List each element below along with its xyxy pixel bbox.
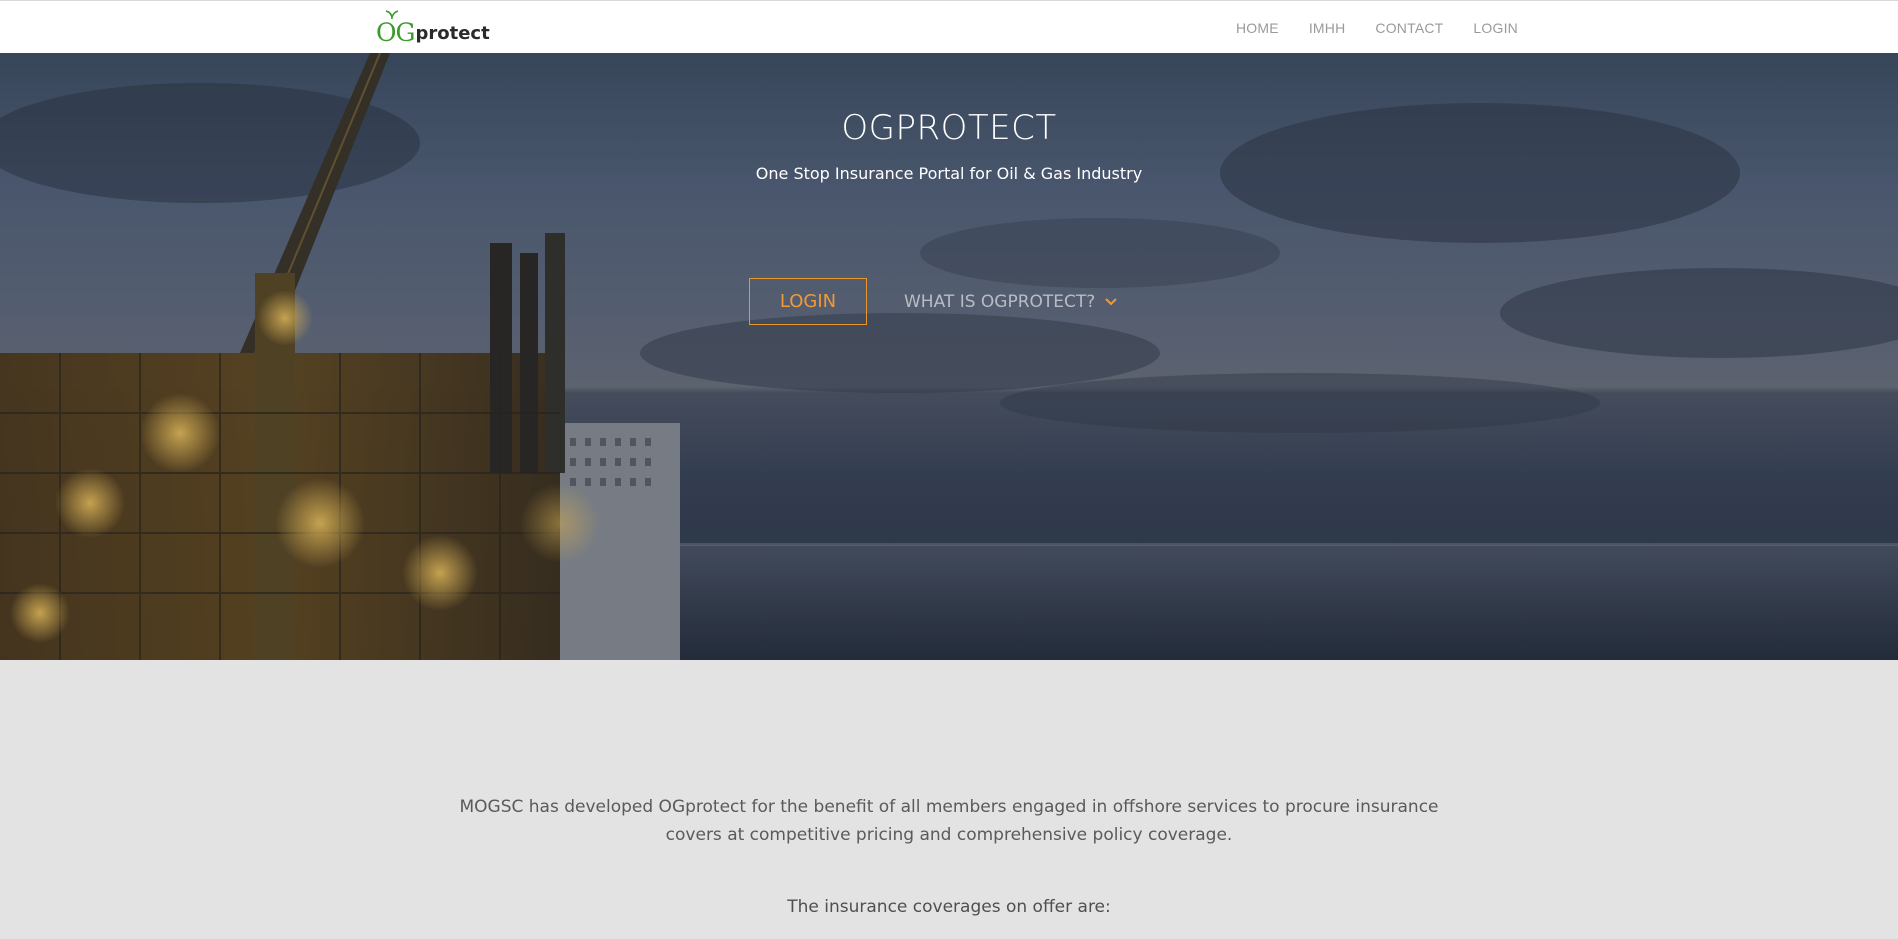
intro-text: MOGSC has developed OGprotect for the be… xyxy=(459,797,1439,845)
site-logo[interactable]: OG protect xyxy=(376,9,490,49)
nav-home[interactable]: HOME xyxy=(1236,20,1279,36)
hero-title: OGPROTECT xyxy=(841,108,1057,148)
what-is-ogprotect-label: WHAT IS OGPROTECT? xyxy=(904,291,1096,312)
hero-login-button[interactable]: LOGIN xyxy=(749,278,867,325)
about-section: MOGSC has developed OGprotect for the be… xyxy=(0,660,1898,939)
logo-og-text: OG xyxy=(376,18,415,47)
nav-login[interactable]: LOGIN xyxy=(1473,20,1518,36)
hero-subtitle: One Stop Insurance Portal for Oil & Gas … xyxy=(755,164,1143,183)
chevron-down-icon xyxy=(1105,297,1118,305)
main-nav: HOME IMHH CONTACT LOGIN xyxy=(1206,1,1518,54)
what-is-ogprotect-button[interactable]: WHAT IS OGPROTECT? xyxy=(904,291,1118,312)
sprout-icon xyxy=(385,10,399,19)
logo-protect-text: protect xyxy=(415,23,490,44)
top-navbar: OG protect HOME IMHH CONTACT LOGIN xyxy=(0,0,1898,53)
nav-contact[interactable]: CONTACT xyxy=(1375,20,1443,36)
hero-banner: OGPROTECT One Stop Insurance Portal for … xyxy=(0,53,1898,660)
nav-imhh[interactable]: IMHH xyxy=(1309,20,1346,36)
hero-actions: LOGIN WHAT IS OGPROTECT? xyxy=(749,278,1118,325)
coverages-heading: The insurance coverages on offer are: xyxy=(787,897,1111,917)
